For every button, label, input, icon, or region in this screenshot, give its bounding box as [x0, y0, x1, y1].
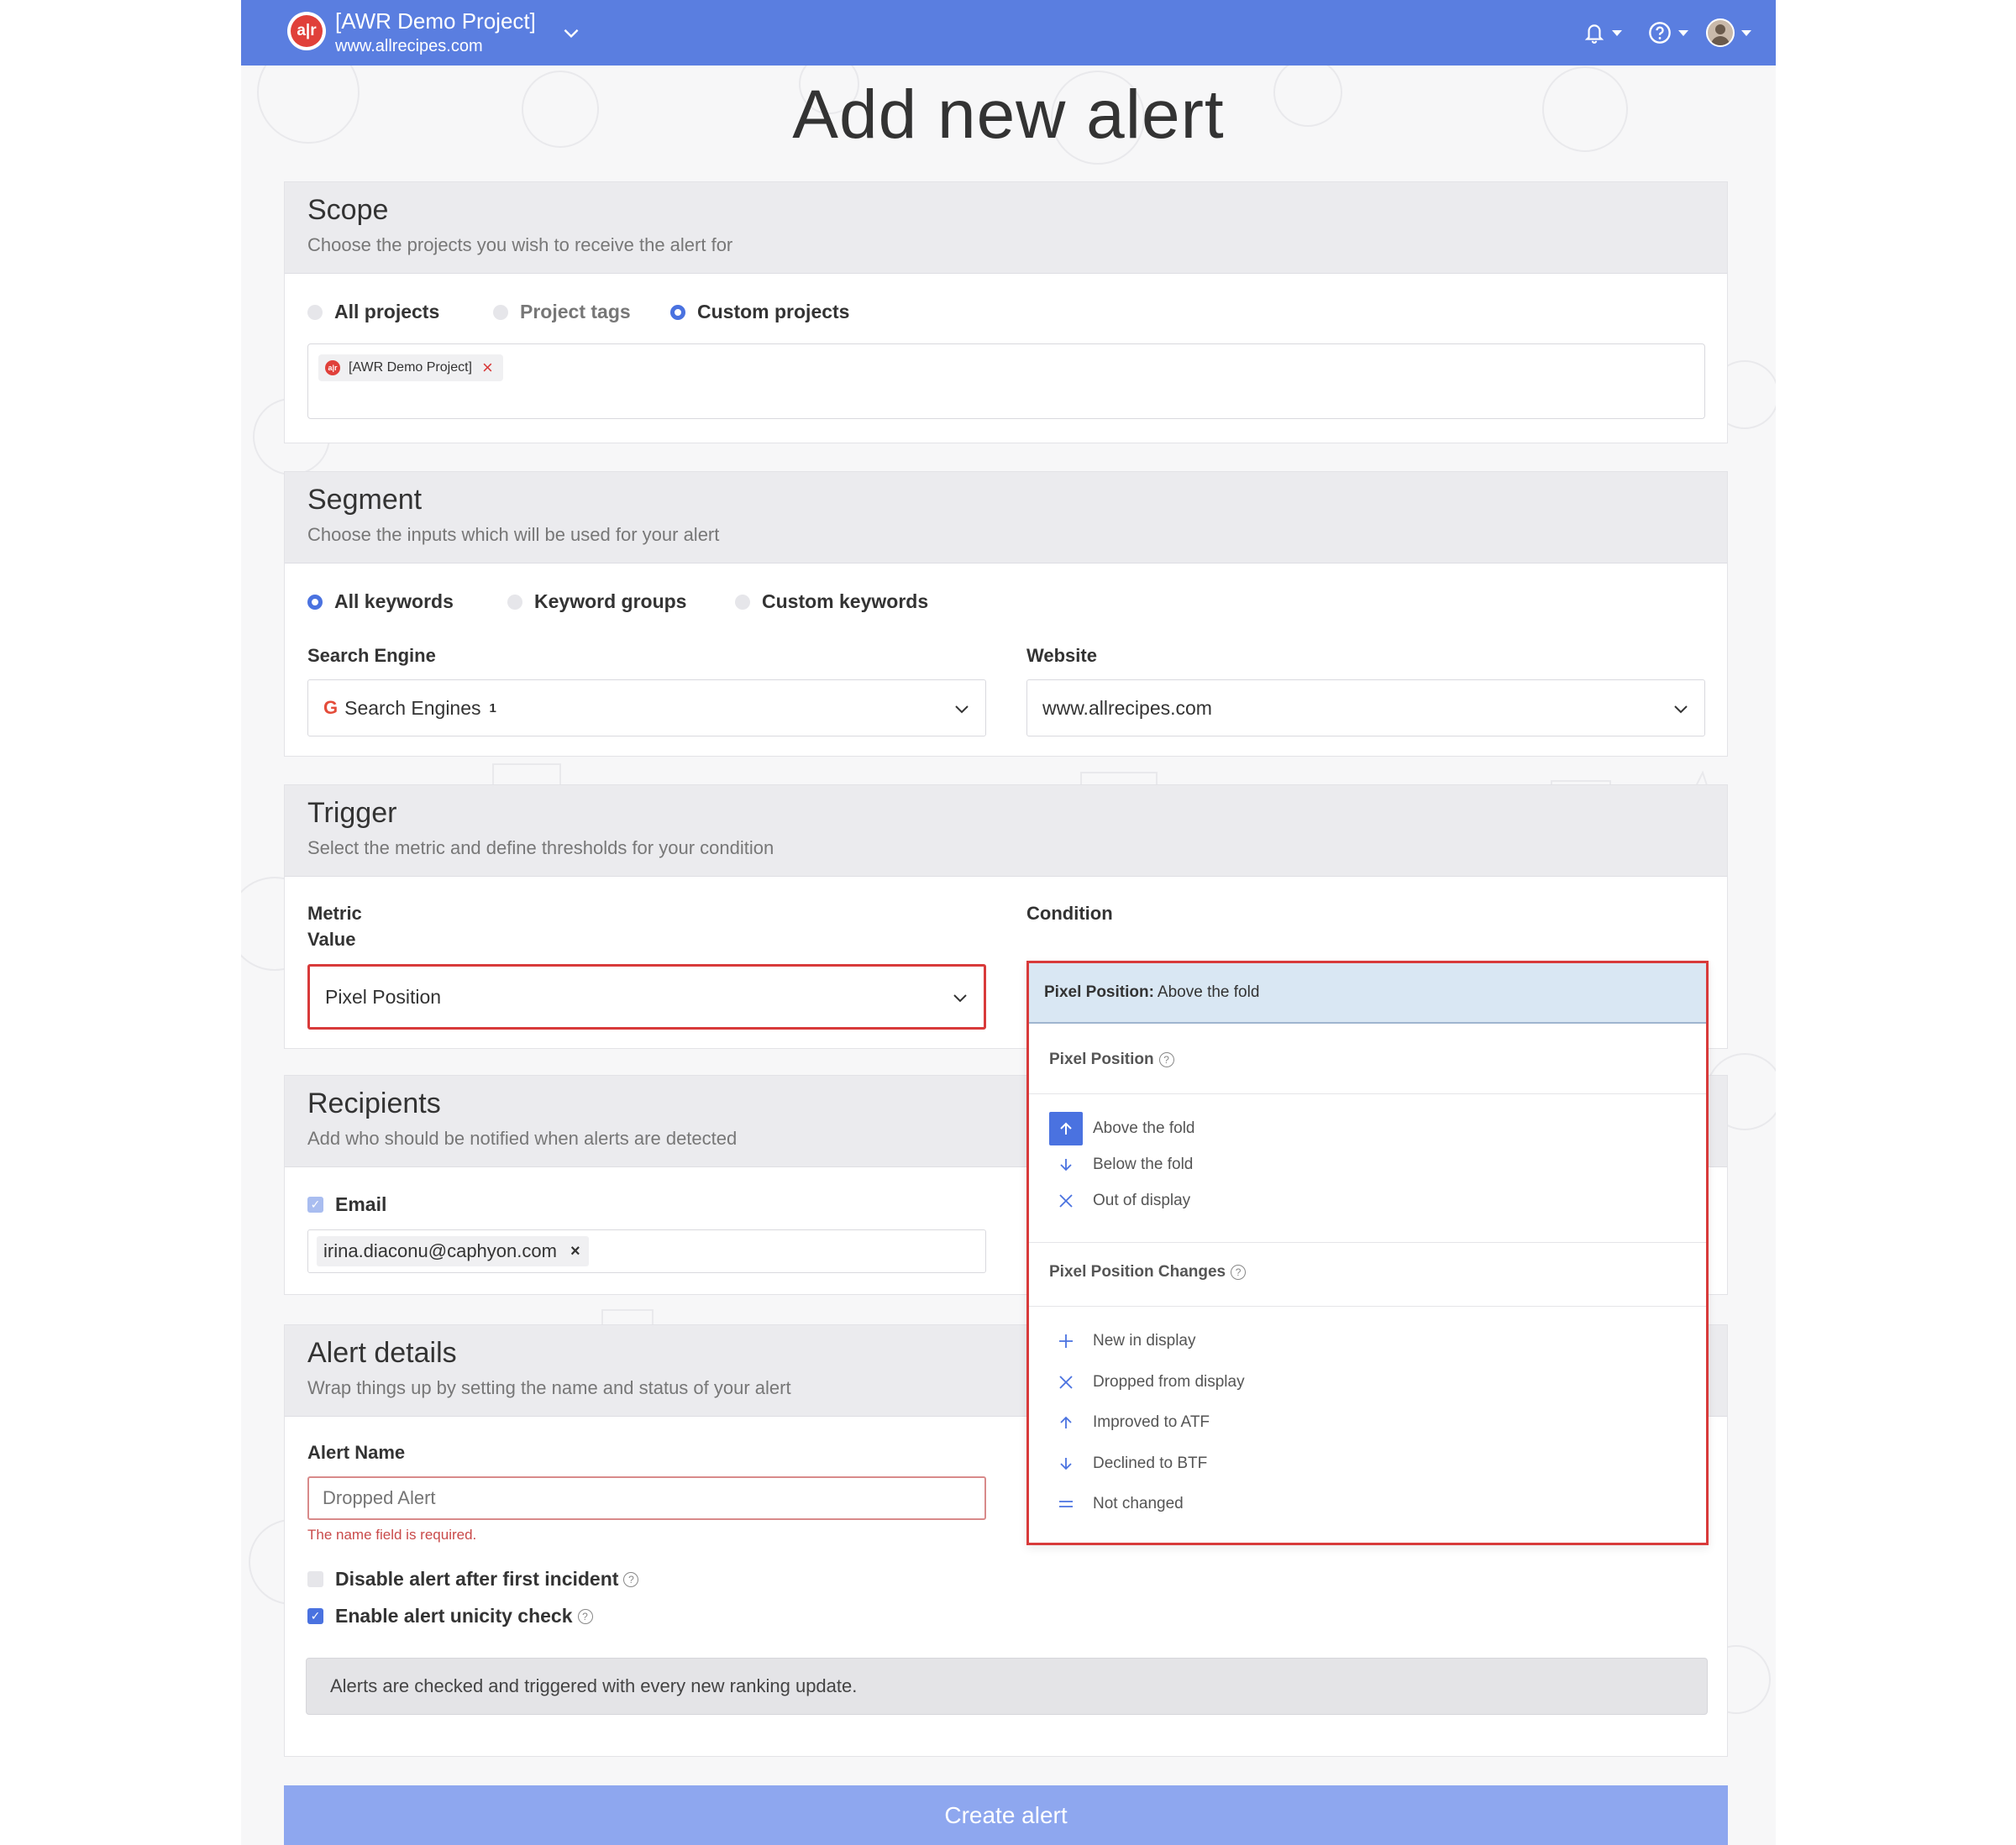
help-icon[interactable]: ? [577, 1608, 593, 1624]
checkbox-checked-icon: ✓ [307, 1197, 323, 1213]
scope-card: Scope Choose the projects you wish to re… [284, 181, 1728, 443]
trigger-header: Trigger Select the metric and define thr… [285, 785, 1727, 877]
chevron-down-icon [953, 994, 967, 1003]
option-improved-to-atf[interactable]: Improved to ATF [1049, 1406, 1210, 1439]
x-icon [1049, 1365, 1083, 1399]
condition-selected-value[interactable]: Pixel Position: Above the fold [1029, 963, 1706, 1024]
chevron-down-icon[interactable] [560, 22, 582, 44]
alert-details-subtitle: Wrap things up by setting the name and s… [307, 1377, 791, 1398]
create-alert-button[interactable]: Create alert [284, 1785, 1728, 1845]
trigger-title: Trigger [307, 797, 397, 829]
project-tag: a|r [AWR Demo Project] × [318, 354, 503, 381]
arrow-up-icon [1049, 1112, 1083, 1145]
divider [1029, 1242, 1706, 1243]
group-pixel-position-changes: Pixel Position Changes ? [1049, 1263, 1247, 1282]
plus-icon [1049, 1324, 1083, 1358]
chevron-down-icon [1674, 705, 1688, 714]
condition-dropdown[interactable]: Pixel Position: Above the fold Pixel Pos… [1026, 961, 1709, 1545]
radio-custom-projects[interactable]: Custom projects [670, 301, 849, 323]
top-navbar: a|r [AWR Demo Project] www.allrecipes.co… [241, 0, 1776, 66]
user-menu[interactable] [1706, 18, 1751, 47]
radio-all-projects[interactable]: All projects [307, 301, 439, 323]
equals-icon [1049, 1487, 1083, 1521]
projects-select-input[interactable]: a|r [AWR Demo Project] × [307, 343, 1705, 419]
help-icon[interactable]: ? [1158, 1052, 1174, 1067]
radio-custom-keywords[interactable]: Custom keywords [735, 590, 928, 613]
metric-select[interactable]: Pixel Position [307, 964, 986, 1030]
alert-name-label: Alert Name [307, 1442, 406, 1463]
caret-down-icon [1612, 29, 1622, 36]
option-above-the-fold[interactable]: Above the fold [1049, 1112, 1194, 1145]
google-icon: G [323, 697, 339, 718]
arrow-up-icon [1049, 1406, 1083, 1439]
website-label: Website [1026, 645, 1097, 666]
scope-header: Scope Choose the projects you wish to re… [285, 182, 1727, 274]
option-dropped-from-display[interactable]: Dropped from display [1049, 1365, 1245, 1399]
segment-subtitle: Choose the inputs which will be used for… [307, 524, 720, 545]
search-engine-label: Search Engine [307, 645, 436, 666]
recipients-title: Recipients [307, 1088, 441, 1119]
arrow-down-icon [1049, 1148, 1083, 1182]
trigger-subtitle: Select the metric and define thresholds … [307, 837, 774, 858]
disable-after-first-checkbox[interactable]: Disable alert after first incident ? [307, 1568, 639, 1591]
segment-card: Segment Choose the inputs which will be … [284, 471, 1728, 757]
search-engine-select[interactable]: G Search Engines 1 [307, 679, 986, 736]
option-below-the-fold[interactable]: Below the fold [1049, 1148, 1193, 1182]
unicity-check-checkbox[interactable]: ✓ Enable alert unicity check ? [307, 1605, 593, 1627]
search-engine-count: 1 [489, 700, 496, 715]
radio-keyword-groups[interactable]: Keyword groups [507, 590, 686, 613]
radio-project-tags[interactable]: Project tags [493, 301, 631, 323]
help-icon [1649, 22, 1671, 44]
remove-email-icon[interactable]: × [570, 1242, 580, 1261]
metric-label: Metric Value [307, 903, 362, 950]
alert-details-title: Alert details [307, 1337, 457, 1369]
page: a|r [AWR Demo Project] www.allrecipes.co… [241, 0, 1776, 1845]
remove-tag-icon[interactable]: × [482, 359, 493, 377]
alert-name-error: The name field is required. [307, 1527, 477, 1543]
option-declined-to-btf[interactable]: Declined to BTF [1049, 1447, 1207, 1481]
arrow-down-icon [1049, 1447, 1083, 1481]
segment-title: Segment [307, 484, 423, 516]
scope-title: Scope [307, 194, 389, 226]
divider [1029, 1306, 1706, 1307]
help-icon[interactable]: ? [1231, 1265, 1247, 1280]
group-pixel-position: Pixel Position ? [1049, 1051, 1174, 1069]
divider [1029, 1093, 1706, 1094]
condition-label: Condition [1026, 903, 1113, 924]
caret-down-icon [1678, 29, 1688, 36]
segment-header: Segment Choose the inputs which will be … [285, 472, 1727, 563]
radio-all-keywords[interactable]: All keywords [307, 590, 454, 613]
awr-logo-icon: a|r [325, 360, 340, 375]
chevron-down-icon [955, 705, 969, 714]
recipients-subtitle: Add who should be notified when alerts a… [307, 1128, 738, 1149]
alert-name-input[interactable] [307, 1476, 986, 1520]
avatar [1706, 18, 1735, 47]
bell-icon [1584, 24, 1604, 44]
email-chip: irina.diaconu@caphyon.com × [317, 1236, 589, 1266]
email-recipients-input[interactable]: irina.diaconu@caphyon.com × [307, 1229, 986, 1273]
option-out-of-display[interactable]: Out of display [1049, 1184, 1190, 1218]
option-not-changed[interactable]: Not changed [1049, 1487, 1184, 1521]
project-url[interactable]: www.allrecipes.com [335, 37, 483, 56]
awr-logo-mark: a|r [291, 15, 323, 47]
project-name[interactable]: [AWR Demo Project] [335, 8, 536, 34]
checkbox-checked-icon: ✓ [307, 1608, 323, 1624]
x-icon [1049, 1184, 1083, 1218]
option-new-in-display[interactable]: New in display [1049, 1324, 1196, 1358]
help-icon[interactable]: ? [623, 1571, 639, 1587]
notifications-menu[interactable] [1583, 20, 1622, 45]
page-title: Add new alert [792, 76, 1225, 153]
help-menu[interactable] [1648, 20, 1688, 45]
website-select[interactable]: www.allrecipes.com [1026, 679, 1705, 736]
scope-subtitle: Choose the projects you wish to receive … [307, 234, 733, 255]
info-notice: Alerts are checked and triggered with ev… [306, 1658, 1708, 1715]
email-checkbox[interactable]: ✓ Email [307, 1193, 386, 1216]
caret-down-icon [1741, 29, 1751, 36]
awr-logo[interactable]: a|r [287, 12, 326, 50]
